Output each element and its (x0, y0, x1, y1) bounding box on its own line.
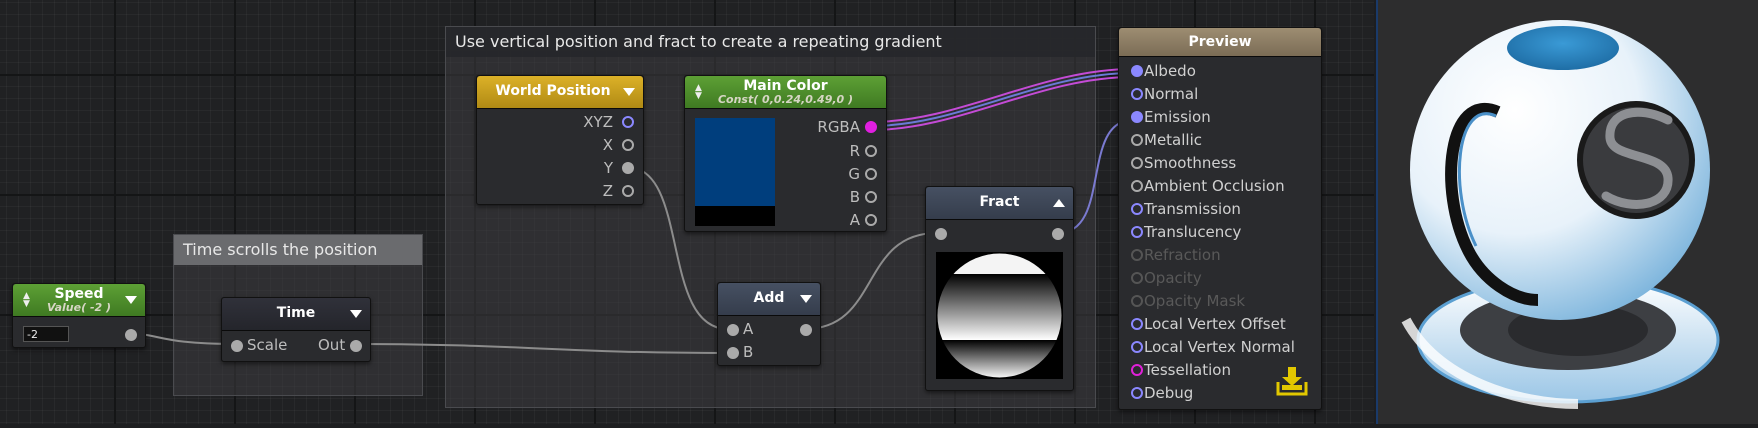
wire-add-fract (804, 232, 938, 330)
add-header[interactable]: Add (718, 283, 820, 316)
input-label: Debug (1144, 384, 1194, 402)
drag-handle-icon[interactable]: ▲ ▼ (23, 292, 30, 309)
collapse-arrow-icon[interactable] (623, 88, 635, 96)
node-title: Fract (979, 194, 1020, 210)
speed-node[interactable]: ▲ ▼ Speed Value( -2 ) (12, 283, 146, 348)
input-port[interactable] (1131, 226, 1143, 238)
node-title: Time (276, 305, 316, 321)
b-output-port[interactable] (865, 191, 877, 203)
fract-header[interactable]: Fract (926, 187, 1073, 220)
a-output-port[interactable] (865, 214, 877, 226)
a-input-port[interactable] (727, 324, 739, 336)
input-label: Transmission (1144, 200, 1241, 218)
color-swatch[interactable] (695, 118, 775, 226)
rgba-output-port[interactable] (865, 121, 877, 133)
input-label: Ambient Occlusion (1144, 177, 1285, 195)
port-label-rgba: RGBA (817, 118, 860, 136)
collapse-arrow-icon[interactable] (800, 295, 812, 303)
b-input-port[interactable] (727, 347, 739, 359)
scale-input-port[interactable] (231, 340, 243, 352)
input-port[interactable] (1131, 111, 1143, 123)
input-label: Opacity (1144, 269, 1202, 287)
port-label-a: A (743, 320, 754, 338)
g-output-port[interactable] (865, 168, 877, 180)
input-label: Translucency (1144, 223, 1242, 241)
add-output-port[interactable] (800, 324, 812, 336)
fract-preview-image (936, 252, 1063, 379)
port-label-b: B (849, 188, 860, 206)
port-label-scale: Scale (247, 336, 288, 354)
port-label-out: Out (318, 336, 346, 354)
drag-handle-icon[interactable]: ▲ ▼ (695, 84, 702, 101)
output-node[interactable]: Preview Albedo Normal Emission Metallic Smoo… (1118, 27, 1322, 410)
node-title: World Position (495, 83, 611, 99)
input-port[interactable] (1131, 88, 1143, 100)
xyz-output-port[interactable] (622, 116, 634, 128)
material-preview-pane[interactable] (1376, 0, 1758, 424)
save-download-icon[interactable] (1275, 364, 1309, 398)
input-port[interactable] (1131, 318, 1143, 330)
input-label: Smoothness (1144, 154, 1237, 172)
port-label-x: X (602, 136, 613, 154)
color-swatch-fill (695, 118, 775, 206)
fract-input-port[interactable] (935, 228, 947, 240)
material-preview-sphere (1401, 20, 1720, 409)
y-output-port[interactable] (622, 162, 634, 174)
world-position-node[interactable]: World Position XYZ X Y Z (476, 75, 644, 205)
add-node[interactable]: Add A B (717, 282, 821, 366)
node-title: Preview (1188, 34, 1252, 50)
input-label: Tessellation (1144, 361, 1231, 379)
port-label-y: Y (603, 159, 613, 177)
output-port[interactable] (125, 329, 137, 341)
speed-value-field[interactable] (23, 326, 69, 342)
port-label-z: Z (602, 182, 613, 200)
input-label: Refraction (1144, 246, 1221, 264)
r-output-port[interactable] (865, 145, 877, 157)
world-position-header[interactable]: World Position (477, 76, 643, 109)
input-port[interactable] (1131, 272, 1143, 284)
input-label: Local Vertex Normal (1144, 338, 1295, 356)
input-port[interactable] (1131, 203, 1143, 215)
port-label-a: A (849, 211, 860, 229)
node-graph-canvas[interactable]: Use vertical position and fract to creat… (0, 0, 1374, 424)
port-label-g: G (848, 165, 860, 183)
input-port[interactable] (1131, 249, 1143, 261)
input-port[interactable] (1131, 387, 1143, 399)
input-port[interactable] (1131, 134, 1143, 146)
collapse-arrow-icon[interactable] (125, 296, 137, 304)
port-label-r: R (849, 142, 860, 160)
input-port[interactable] (1131, 157, 1143, 169)
time-node[interactable]: Time Scale Out (221, 297, 371, 362)
out-output-port[interactable] (350, 340, 362, 352)
main-color-header[interactable]: ▲ ▼ Main Color Const( 0,0.24,0.49,0 ) (685, 76, 886, 109)
speed-header[interactable]: ▲ ▼ Speed Value( -2 ) (13, 284, 145, 317)
input-label: Local Vertex Offset (1144, 315, 1286, 333)
input-label: Albedo (1144, 62, 1196, 80)
x-output-port[interactable] (622, 139, 634, 151)
output-header[interactable]: Preview (1119, 28, 1321, 57)
port-label-b: B (743, 343, 754, 361)
node-subtitle: Const( 0,0.24,0.49,0 ) (717, 93, 854, 106)
input-label: Normal (1144, 85, 1199, 103)
z-output-port[interactable] (622, 185, 634, 197)
wire-time-add-b (356, 343, 729, 354)
expand-arrow-icon[interactable] (1053, 199, 1065, 207)
input-port[interactable] (1131, 180, 1143, 192)
fract-node[interactable]: Fract (925, 186, 1074, 391)
sphere-cap (1507, 26, 1619, 70)
fract-output-port[interactable] (1052, 228, 1064, 240)
input-port[interactable] (1131, 65, 1143, 77)
collapse-arrow-icon[interactable] (350, 310, 362, 318)
port-label-xyz: XYZ (583, 113, 613, 131)
input-label: Emission (1144, 108, 1211, 126)
node-title: Main Color (743, 78, 828, 94)
input-port[interactable] (1131, 364, 1143, 376)
main-color-node[interactable]: ▲ ▼ Main Color Const( 0,0.24,0.49,0 ) RGB… (684, 75, 887, 232)
input-label: Metallic (1144, 131, 1202, 149)
input-label: Opacity Mask (1144, 292, 1246, 310)
input-port[interactable] (1131, 341, 1143, 353)
input-port[interactable] (1131, 295, 1143, 307)
time-header[interactable]: Time (222, 298, 370, 331)
